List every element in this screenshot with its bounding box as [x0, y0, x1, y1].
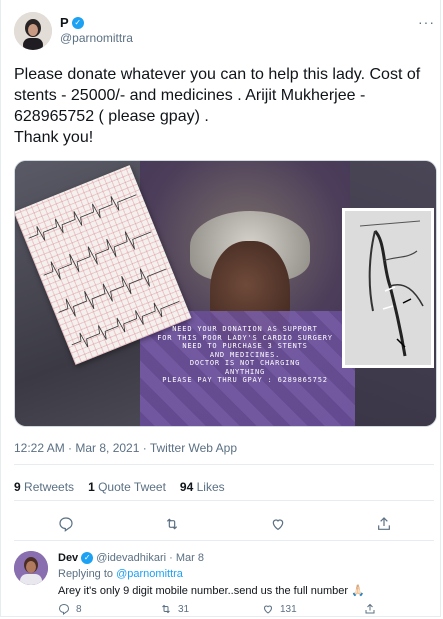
verified-badge-icon: ✓: [81, 552, 94, 564]
retweet-icon: [166, 518, 178, 530]
replying-to-line: Replying to @parnomittra: [58, 568, 183, 580]
share-icon: [378, 517, 390, 530]
media-overlay-text: NEED YOUR DONATION AS SUPPORT FOR THIS P…: [140, 325, 350, 385]
author-handle[interactable]: @parnomittra: [60, 31, 133, 45]
reply-retweet-count: 31: [178, 603, 190, 615]
tweet-actions-bar: [0, 514, 443, 534]
divider: [14, 540, 434, 541]
verified-badge-icon: ✓: [71, 16, 84, 29]
reply-header: Dev ✓ @idevadhikari · Mar 8: [58, 552, 204, 564]
reply-share-button[interactable]: [364, 603, 376, 615]
reply-icon: [59, 517, 73, 532]
overlay-line: NEED YOUR DONATION AS SUPPORT: [172, 325, 318, 333]
retweet-icon: [162, 604, 170, 614]
tweet-text: Please donate whatever you can to help t…: [14, 66, 421, 146]
reply-icon: [58, 603, 70, 615]
divider: [14, 464, 434, 465]
reply-text: Arey it's only 9 digit mobile number..se…: [58, 585, 365, 597]
overlay-line: ANYTHING: [224, 367, 266, 376]
overlay-line: AND MEDICINES.: [209, 350, 281, 359]
quote-count: 1: [88, 480, 95, 494]
retweets-stat[interactable]: 9 Retweets: [14, 480, 74, 494]
reply-reply-count: 8: [76, 603, 82, 615]
reply-reply-button[interactable]: 8: [58, 603, 82, 615]
reply-like-count: 131: [280, 603, 297, 615]
like-icon: [272, 519, 284, 531]
likes-label: Likes: [196, 480, 225, 494]
reply-like-button[interactable]: 131: [262, 603, 297, 615]
more-options-button[interactable]: ···: [418, 14, 435, 30]
overlay-line: NEED TO PURCHASE 3 STENTS: [182, 342, 308, 350]
tweet-timestamp[interactable]: 12:22 AM · Mar 8, 2021 · Twitter Web App: [14, 441, 237, 455]
reply-retweet-button[interactable]: 31: [160, 603, 189, 615]
share-button[interactable]: [374, 514, 394, 534]
like-button[interactable]: [268, 514, 288, 534]
divider: [14, 500, 434, 501]
reply-button[interactable]: [56, 514, 76, 534]
likes-stat[interactable]: 94 Likes: [180, 480, 225, 494]
like-icon: [263, 605, 273, 614]
angiogram-image: [342, 208, 434, 368]
replying-to-link[interactable]: @parnomittra: [116, 568, 183, 580]
reply-handle-date[interactable]: @idevadhikari · Mar 8: [96, 552, 204, 564]
retweets-count: 9: [14, 480, 21, 494]
reply-actions-bar: 8 31 131: [58, 603, 438, 619]
author-name-row[interactable]: P ✓: [60, 15, 84, 30]
tweet-media-image[interactable]: NEED YOUR DONATION AS SUPPORT FOR THIS P…: [14, 160, 437, 427]
author-avatar-image: [14, 12, 52, 50]
retweets-label: Retweets: [24, 480, 75, 494]
quote-label: Quote Tweet: [98, 480, 166, 494]
share-icon: [365, 603, 375, 614]
author-avatar[interactable]: [14, 12, 52, 50]
overlay-line: PLEASE PAY THRU GPAY : 6289865752: [162, 376, 328, 384]
reply-avatar-image: [14, 551, 48, 585]
overlay-line: FOR THIS POOR LADY'S CARDIO SURGERY: [157, 333, 333, 342]
overlay-line: DOCTOR IS NOT CHARGING: [189, 359, 301, 367]
quote-tweets-stat[interactable]: 1 Quote Tweet: [88, 480, 166, 494]
author-name[interactable]: P: [60, 15, 69, 30]
reply-author-name[interactable]: Dev: [58, 552, 78, 564]
replying-to-prefix: Replying to: [58, 568, 114, 580]
retweet-button[interactable]: [162, 514, 182, 534]
tweet-stats: 9 Retweets 1 Quote Tweet 94 Likes: [14, 480, 225, 494]
likes-count: 94: [179, 480, 194, 494]
reply-author-avatar[interactable]: [14, 551, 48, 585]
